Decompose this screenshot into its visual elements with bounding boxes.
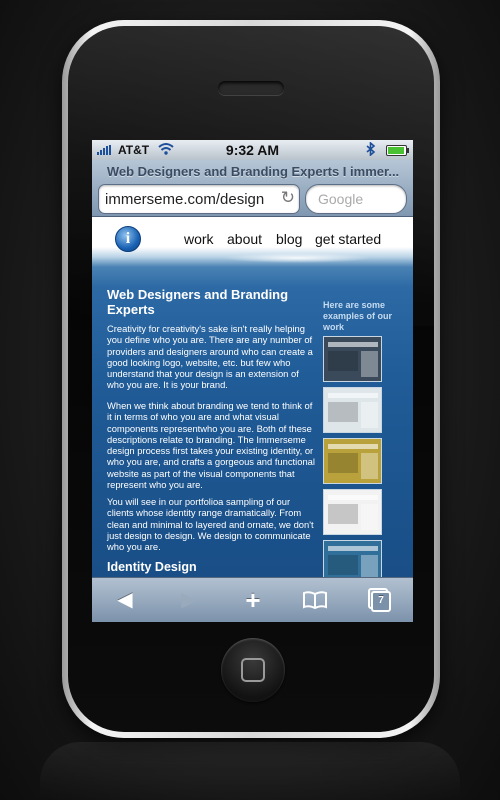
nav-link-blog[interactable]: blog (276, 231, 302, 247)
nav-link-get-started[interactable]: get started (315, 231, 381, 247)
earpiece-speaker (218, 81, 284, 95)
page-title: Web Designers and Branding Experts I imm… (106, 164, 400, 179)
portfolio-paragraph: You will see in our portfolioa sampling … (107, 496, 314, 553)
browser-address-bar: Web Designers and Branding Experts I imm… (92, 160, 413, 217)
nav-link-work[interactable]: work (184, 231, 214, 247)
identity-design-heading: Identity Design (107, 560, 197, 574)
pages-count-badge: 7 (371, 591, 391, 612)
battery-icon (386, 145, 409, 156)
phone-reflection (40, 742, 460, 800)
add-bookmark-button[interactable]: + (228, 578, 278, 622)
main-heading: Web Designers and Branding Experts (107, 287, 289, 317)
phone-screen: AT&T 9:32 AM Web Designers and Branding … (92, 140, 413, 622)
url-input[interactable]: immerseme.com/design ↻ (98, 184, 300, 214)
portfolio-thumbnail[interactable] (323, 438, 382, 484)
search-placeholder: Google (318, 191, 364, 207)
bluetooth-icon (365, 141, 377, 159)
status-bar: AT&T 9:32 AM (92, 140, 413, 160)
info-logo-icon[interactable]: i (115, 226, 141, 252)
portfolio-thumbnail[interactable] (323, 387, 382, 433)
browser-toolbar: ◀ ▶ + 7 (92, 577, 413, 622)
branding-paragraph: When we think about branding we tend to … (107, 400, 315, 491)
portfolio-thumbnail[interactable] (323, 489, 382, 535)
intro-paragraph: Creativity for creativity's sake isn't r… (107, 323, 313, 391)
reload-icon[interactable]: ↻ (281, 188, 295, 208)
nav-link-about[interactable]: about (227, 231, 262, 247)
home-button[interactable] (221, 638, 285, 702)
battery-level (388, 147, 404, 154)
web-page-content: i work about blog get started Web Design… (92, 217, 413, 577)
open-book-icon (303, 591, 327, 610)
site-navbar: i work about blog get started (92, 217, 413, 255)
portfolio-thumbnail[interactable] (323, 540, 382, 577)
portfolio-thumbnail[interactable] (323, 336, 382, 382)
home-square-icon (241, 658, 265, 682)
back-button[interactable]: ◀ (100, 578, 150, 622)
bookmarks-button[interactable] (290, 578, 340, 622)
forward-button[interactable]: ▶ (164, 578, 214, 622)
portfolio-sidebar-label: Here are some examples of our work (323, 300, 393, 332)
water-splash (222, 253, 372, 263)
url-text: immerseme.com/design (105, 191, 265, 208)
pages-button[interactable]: 7 (354, 578, 404, 622)
search-input[interactable]: Google (305, 184, 407, 214)
